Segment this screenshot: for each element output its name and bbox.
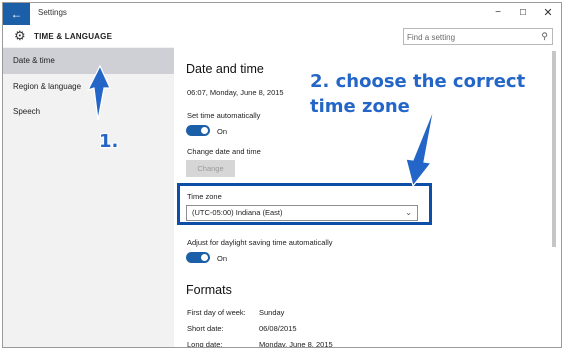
- toggle-knob: [201, 254, 208, 261]
- sidebar-item-date-time[interactable]: Date & time: [3, 48, 174, 74]
- maximize-button[interactable]: ☐: [514, 6, 532, 20]
- sidebar: Date & time Region & language Speech: [3, 47, 174, 347]
- format-value: 06/08/2015: [259, 324, 297, 333]
- set-time-auto-label: Set time automatically: [187, 111, 261, 120]
- set-time-auto-toggle[interactable]: [186, 125, 210, 136]
- gear-icon: ⚙: [14, 28, 26, 43]
- back-button[interactable]: ←: [3, 3, 30, 25]
- toggle-knob: [201, 127, 208, 134]
- format-label: Long date:: [187, 340, 223, 348]
- annotation-step-2: 2. choose the correct time zone: [310, 71, 526, 117]
- settings-window: ← Settings − ☐ ✕ ⚙ TIME & LANGUAGE ⚲ Dat…: [2, 2, 562, 348]
- page-title: Date and time: [186, 62, 264, 76]
- format-value: Sunday: [259, 308, 285, 317]
- scrollbar[interactable]: [550, 47, 558, 347]
- time-zone-highlight-frame: [177, 183, 432, 225]
- sidebar-item-region-language[interactable]: Region & language: [3, 74, 174, 100]
- dst-label: Adjust for daylight saving time automati…: [187, 238, 333, 247]
- search-icon[interactable]: ⚲: [541, 31, 548, 42]
- app-title: Settings: [38, 8, 67, 17]
- change-button[interactable]: Change: [186, 160, 235, 177]
- sidebar-item-speech[interactable]: Speech: [3, 99, 174, 125]
- annotation-step-1: 1.: [99, 131, 119, 152]
- set-time-auto-state: On: [217, 127, 228, 136]
- format-value: Monday, June 8, 2015: [259, 340, 333, 348]
- scroll-thumb[interactable]: [552, 51, 556, 247]
- current-datetime: 06:07, Monday, June 8, 2015: [187, 88, 284, 97]
- change-dt-label: Change date and time: [187, 147, 261, 156]
- close-button[interactable]: ✕: [539, 6, 557, 20]
- search-box[interactable]: ⚲: [403, 28, 553, 45]
- minimize-button[interactable]: −: [489, 6, 507, 20]
- format-label: Short date:: [187, 324, 224, 333]
- dst-toggle[interactable]: [186, 252, 210, 263]
- formats-heading: Formats: [186, 283, 232, 297]
- section-title: TIME & LANGUAGE: [34, 32, 113, 41]
- dst-state: On: [217, 254, 228, 263]
- format-label: First day of week:: [187, 308, 246, 317]
- title-bar: ← Settings − ☐ ✕: [3, 3, 561, 25]
- settings-header: ⚙ TIME & LANGUAGE ⚲: [3, 25, 561, 47]
- search-input[interactable]: [407, 31, 532, 43]
